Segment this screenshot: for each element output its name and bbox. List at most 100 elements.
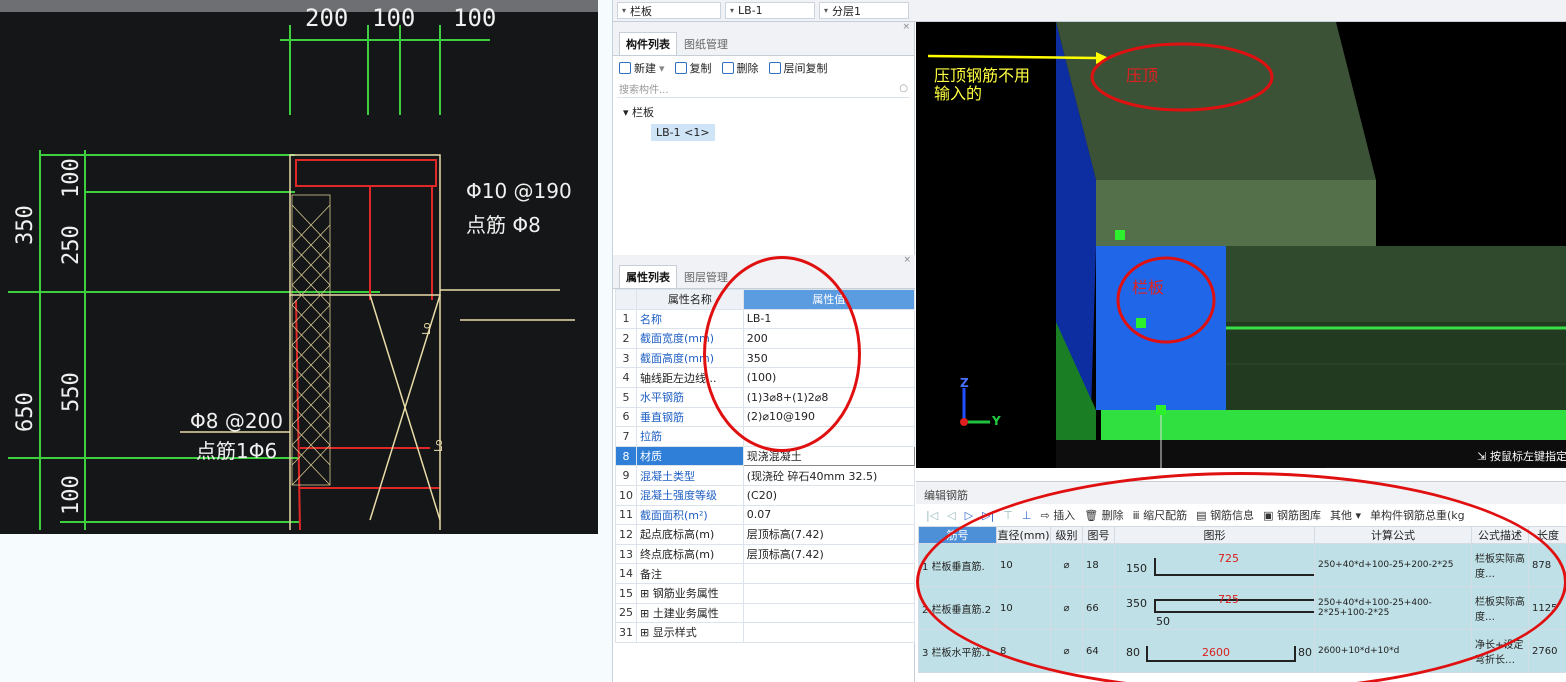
prop-value[interactable] — [742, 426, 916, 447]
rebar-diameter[interactable]: 10 — [996, 543, 1051, 587]
prop-row[interactable]: 25 ⊞ 土建业务属性 — [615, 602, 916, 624]
prop-row-num: 3 — [615, 347, 637, 369]
prop-value[interactable]: (2)⌀10@190 — [742, 406, 916, 428]
layer-combo[interactable]: ▾ 分层1 — [819, 2, 909, 19]
rebar-formula[interactable]: 250+40*d+100-25+400-2*25+100-2*25 — [1314, 586, 1472, 630]
rebar-desc[interactable]: 栏板实际高度… — [1471, 586, 1529, 630]
prop-row[interactable]: 8 材质 现浇混凝土 — [615, 445, 916, 467]
insert-button[interactable]: ⇨ 插入 — [1040, 507, 1075, 523]
prop-value[interactable] — [742, 622, 916, 643]
rebar-name[interactable]: 3 栏板水平筋.1 — [918, 629, 997, 673]
prop-value[interactable]: 层顶标高(7.42) — [742, 543, 916, 565]
prop-value[interactable]: LB-1 — [742, 308, 916, 330]
prop-row-num: 2 — [615, 328, 637, 349]
rebar-shape[interactable]: 150 725 — [1114, 543, 1315, 587]
prop-value[interactable]: 现浇混凝土 — [742, 445, 916, 467]
prop-row[interactable]: 9 混凝土类型 (现浇砼 碎石40mm 32.5) — [615, 465, 916, 486]
rebar-length[interactable]: 878 — [1528, 543, 1566, 587]
rebar-figure[interactable]: 66 — [1082, 586, 1115, 630]
total-weight-label: 单构件钢筋总重(kg — [1369, 509, 1465, 522]
tab-component-list[interactable]: 构件列表 — [619, 32, 677, 55]
tree-root-label: 栏板 — [632, 106, 655, 119]
tree-leaf-lb1[interactable]: LB-1 <1> — [651, 124, 715, 141]
tab-drawing-manage[interactable]: 图纸管理 — [677, 32, 735, 55]
next-icon[interactable]: ▷ — [965, 509, 973, 522]
rebar-diameter[interactable]: 10 — [996, 586, 1051, 630]
prop-row[interactable]: 15 ⊞ 钢筋业务属性 — [615, 582, 916, 604]
chevron-down-icon: ▾ — [659, 61, 665, 75]
prop-row[interactable]: 31 ⊞ 显示样式 — [615, 622, 916, 643]
scale-rebar-label: 缩尺配筋 — [1143, 509, 1188, 522]
prop-row[interactable]: 5 水平钢筋 (1)3⌀8+(1)2⌀8 — [615, 386, 916, 408]
floor-copy-button[interactable]: 层间复制 — [768, 60, 828, 76]
rebar-formula[interactable]: 2600+10*d+10*d — [1314, 629, 1472, 673]
prop-row[interactable]: 12 起点底标高(m) 层顶标高(7.42) — [615, 524, 916, 545]
rebar-formula[interactable]: 250+40*d+100-25+200-2*25 — [1314, 543, 1472, 587]
prop-value[interactable] — [742, 582, 916, 604]
rebar-table: 筋号 直径(mm) 级别 图号 图形 计算公式 公式描述 长度 1 栏板垂直筋. 10 ⌀ 18 15… — [918, 526, 1566, 673]
rebar-desc[interactable]: 净长+设定弯折长… — [1471, 629, 1529, 673]
rebar-shape[interactable]: 350 725 50 — [1114, 586, 1315, 630]
first-icon[interactable]: |◁ — [926, 509, 938, 522]
prop-row[interactable]: 14 备注 — [615, 563, 916, 584]
prop-value[interactable]: 350 — [742, 347, 916, 369]
prop-value[interactable]: (C20) — [742, 484, 916, 506]
3d-viewport[interactable]: 压顶钢筋不用 输入的 压顶 栏板 Z Y ⇲ 按鼠标左键指定 — [916, 22, 1566, 468]
prop-row[interactable]: 1 名称 LB-1 — [615, 308, 916, 330]
last-icon[interactable]: ▷| — [982, 509, 994, 522]
rebar-length[interactable]: 1125 — [1528, 586, 1566, 630]
prop-value[interactable]: (现浇砼 碎石40mm 32.5) — [742, 465, 916, 486]
delete-button[interactable]: 删除 — [721, 60, 759, 76]
move-down-icon[interactable]: ⊥ — [1022, 509, 1032, 522]
rebar-desc[interactable]: 栏板实际高度… — [1471, 543, 1529, 587]
prop-row[interactable]: 4 轴线距左边线... (100) — [615, 367, 916, 388]
rebar-row[interactable]: 3 栏板水平筋.1 8 ⌀ 64 80 2600 80 2600+10*d+10*d 净长+设定… — [918, 629, 1566, 673]
move-up-icon[interactable]: ⊤ — [1003, 509, 1013, 522]
prop-row[interactable]: 11 截面面积(m²) 0.07 — [615, 504, 916, 526]
prev-icon[interactable]: ◁ — [947, 509, 955, 522]
rebar-info-button[interactable]: ▤ 钢筋信息 — [1196, 507, 1254, 523]
chevron-down-icon: ▾ — [1351, 509, 1361, 522]
empty-area — [0, 534, 598, 682]
prop-value[interactable]: 200 — [742, 328, 916, 349]
rebar-name[interactable]: 2 栏板垂直筋.2 — [918, 586, 997, 630]
prop-row[interactable]: 6 垂直钢筋 (2)⌀10@190 — [615, 406, 916, 428]
rebar-figure[interactable]: 18 — [1082, 543, 1115, 587]
new-button[interactable]: 新建 ▾ — [619, 60, 665, 76]
prop-value[interactable]: 层顶标高(7.42) — [742, 524, 916, 545]
tab-property-list[interactable]: 属性列表 — [619, 265, 677, 288]
category-combo[interactable]: ▾ 栏板 — [617, 2, 721, 19]
prop-row[interactable]: 7 拉筋 — [615, 426, 916, 447]
prop-row[interactable]: 13 终点底标高(m) 层顶标高(7.42) — [615, 543, 916, 565]
rebar-row[interactable]: 2 栏板垂直筋.2 10 ⌀ 66 350 725 50 250+40*d+100-25+40… — [918, 586, 1566, 630]
scale-rebar-button[interactable]: ⅲ 缩尺配筋 — [1133, 507, 1188, 523]
rebar-grade[interactable]: ⌀ — [1050, 629, 1083, 673]
prop-row[interactable]: 10 混凝土强度等级 (C20) — [615, 484, 916, 506]
prop-name: 截面面积(m²) — [636, 504, 744, 526]
prop-value[interactable]: (100) — [742, 367, 916, 388]
rebar-shape[interactable]: 80 2600 80 — [1114, 629, 1315, 673]
rebar-idx: 3 — [922, 647, 929, 659]
prop-value[interactable] — [742, 563, 916, 584]
tree-root[interactable]: ▾ 栏板 — [623, 104, 904, 120]
rebar-length[interactable]: 2760 — [1528, 629, 1566, 673]
prop-row[interactable]: 3 截面高度(mm) 350 — [615, 347, 916, 369]
rebar-diameter[interactable]: 8 — [996, 629, 1051, 673]
tab-layer-manage[interactable]: 图层管理 — [677, 265, 735, 288]
prop-row[interactable]: 2 截面宽度(mm) 200 — [615, 328, 916, 349]
prop-value[interactable]: (1)3⌀8+(1)2⌀8 — [742, 386, 916, 408]
rebar-header-0: 筋号 — [918, 526, 997, 544]
component-combo[interactable]: ▾ LB-1 — [725, 2, 815, 19]
search-input[interactable]: 搜索构件... ○ — [617, 80, 910, 98]
delete-rebar-button[interactable]: 🗑 删除 — [1084, 507, 1123, 523]
rebar-figure[interactable]: 64 — [1082, 629, 1115, 673]
copy-button[interactable]: 复制 — [674, 60, 712, 76]
prop-value[interactable]: 0.07 — [742, 504, 916, 526]
rebar-grade[interactable]: ⌀ — [1050, 586, 1083, 630]
rebar-name[interactable]: 1 栏板垂直筋. — [918, 543, 997, 587]
rebar-library-button[interactable]: ▣ 钢筋图库 — [1263, 507, 1321, 523]
other-button[interactable]: 其他 ▾ — [1330, 507, 1361, 523]
rebar-grade[interactable]: ⌀ — [1050, 543, 1083, 587]
prop-value[interactable] — [742, 602, 916, 624]
rebar-row[interactable]: 1 栏板垂直筋. 10 ⌀ 18 150 725 250+40*d+100-25+200-2… — [918, 543, 1566, 587]
